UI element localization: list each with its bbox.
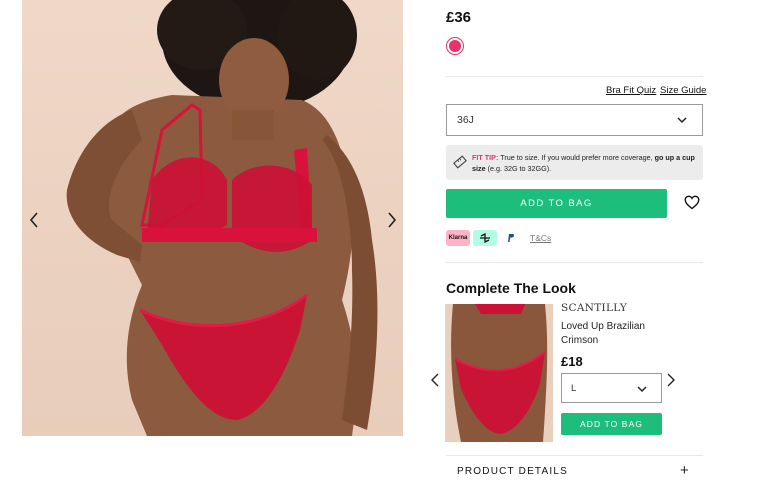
product-details-accordion[interactable]: PRODUCT DETAILS +	[446, 455, 703, 487]
paypal-icon	[508, 234, 515, 242]
size-select[interactable]: 36J	[446, 104, 703, 136]
wishlist-button[interactable]	[684, 195, 700, 215]
chevron-down-icon	[677, 117, 687, 124]
fit-tip-box: FIT TIP: True to size. If you would pref…	[446, 145, 703, 180]
size-guide-link[interactable]: Size Guide	[660, 85, 706, 96]
add-to-bag-button[interactable]: ADD TO BAG	[446, 189, 667, 218]
complete-look-size-select[interactable]: L	[561, 373, 662, 403]
briefs-illustration	[445, 304, 553, 442]
divider	[446, 76, 703, 77]
tape-measure-icon	[453, 155, 467, 169]
complete-look-product-image[interactable]	[445, 304, 553, 442]
heart-icon	[684, 195, 700, 210]
chevron-left-icon	[431, 373, 439, 387]
fit-tip-text: True to size. If you would prefer more c…	[498, 153, 655, 162]
clearpay-icon	[480, 233, 490, 243]
color-swatch[interactable]	[446, 37, 464, 55]
fit-tip-label: FIT TIP:	[472, 153, 499, 162]
clearpay-badge	[473, 230, 497, 246]
expand-plus-icon: +	[680, 462, 689, 479]
bra-fit-quiz-link[interactable]: Bra Fit Quiz	[606, 85, 656, 96]
model-illustration	[66, 0, 378, 436]
fit-tip-example: (e.g. 32G to 32GG).	[485, 164, 552, 173]
gallery-next-button[interactable]	[380, 206, 403, 234]
chevron-right-icon	[388, 212, 397, 228]
klarna-badge: Klarna	[446, 230, 470, 246]
complete-look-product-name[interactable]: Loved Up Brazilian Crimson	[561, 320, 671, 348]
chevron-left-icon	[29, 212, 38, 228]
complete-look-prev-button[interactable]	[430, 372, 440, 393]
product-main-image	[22, 0, 403, 436]
complete-look-size-value: L	[571, 382, 577, 394]
chevron-down-icon	[637, 386, 647, 393]
complete-look-next-button[interactable]	[666, 372, 676, 393]
divider	[446, 262, 703, 263]
chevron-right-icon	[667, 373, 675, 387]
color-swatch-dot	[449, 40, 461, 52]
paypal-badge	[500, 230, 522, 246]
tcs-link[interactable]: T&Cs	[530, 233, 551, 243]
complete-look-add-to-bag-button[interactable]: ADD TO BAG	[561, 413, 662, 435]
complete-the-look-title: Complete The Look	[446, 280, 576, 296]
product-price: £36	[446, 9, 472, 26]
brand-name: SCANTILLY	[561, 302, 628, 314]
gallery-prev-button[interactable]	[22, 206, 46, 234]
complete-look-price: £18	[561, 354, 583, 369]
product-details-label: PRODUCT DETAILS	[457, 466, 568, 477]
size-select-value: 36J	[457, 114, 474, 126]
